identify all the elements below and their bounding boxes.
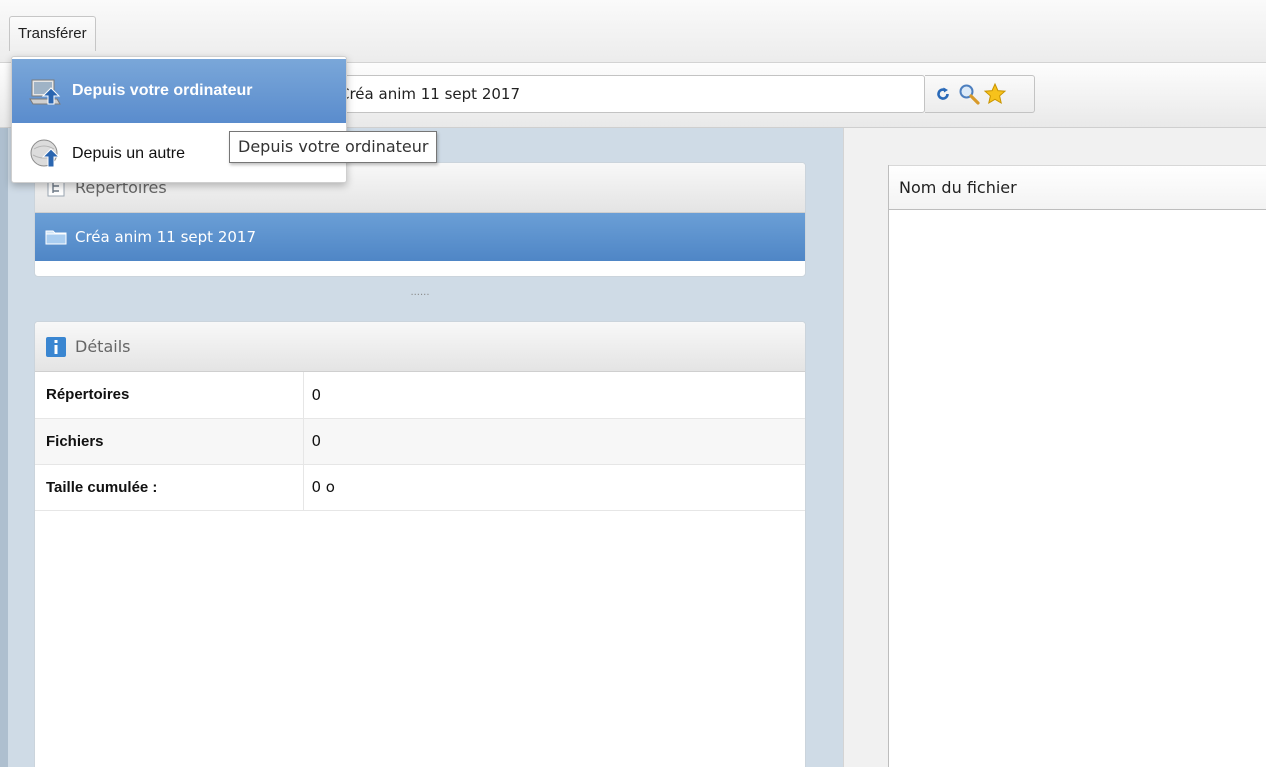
menu-item-from-computer[interactable]: Depuis votre ordinateur bbox=[12, 59, 346, 123]
tooltip: Depuis votre ordinateur bbox=[229, 131, 438, 163]
details-header: Détails bbox=[35, 322, 805, 372]
info-icon bbox=[45, 336, 67, 358]
transferer-dropdown: Depuis votre ordinateur Depuis un autre bbox=[11, 56, 347, 183]
table-row: Fichiers 0 bbox=[35, 418, 805, 465]
table-row: Taille cumulée : 0 o bbox=[35, 464, 805, 511]
column-header-filename[interactable]: Nom du fichier bbox=[889, 165, 1266, 210]
globe-upload-icon bbox=[28, 136, 64, 172]
menu-transferer[interactable]: Transférer bbox=[9, 16, 96, 51]
tree-item-selected-folder[interactable]: Créa anim 11 sept 2017 bbox=[35, 213, 805, 261]
splitter-handle[interactable]: ...... bbox=[405, 288, 435, 298]
folder-icon bbox=[45, 230, 67, 245]
file-list: Nom du fichier bbox=[888, 165, 1266, 767]
details-title: Détails bbox=[75, 337, 131, 356]
menu-bar: Transférer bbox=[0, 0, 1266, 62]
path-field[interactable]: Créa anim 11 sept 2017 bbox=[330, 75, 925, 113]
left-gutter bbox=[0, 128, 8, 767]
menu-transferer-label: Transférer bbox=[18, 25, 87, 42]
menu-item-label: Depuis un autre bbox=[72, 145, 185, 162]
computer-upload-icon bbox=[28, 73, 64, 109]
left-pane: Répertoires Créa anim 11 sept 2017 .....… bbox=[0, 128, 843, 767]
details-key: Répertoires bbox=[35, 372, 304, 419]
details-key: Fichiers bbox=[35, 418, 304, 465]
details-value: 0 o bbox=[303, 464, 805, 511]
details-table: Répertoires 0 Fichiers 0 Taille cumulée … bbox=[35, 372, 805, 511]
search-icon[interactable] bbox=[957, 81, 981, 107]
table-row: Répertoires 0 bbox=[35, 372, 805, 419]
details-panel: Détails Répertoires 0 Fichiers 0 Taille … bbox=[34, 321, 806, 767]
details-value: 0 bbox=[303, 418, 805, 465]
right-pane: Nom du fichier bbox=[843, 128, 1266, 767]
refresh-icon[interactable] bbox=[931, 81, 955, 107]
details-value: 0 bbox=[303, 372, 805, 419]
details-key: Taille cumulée : bbox=[35, 464, 304, 511]
toolbar-buttons bbox=[925, 75, 1035, 113]
menu-item-label: Depuis votre ordinateur bbox=[72, 82, 253, 99]
selected-folder-label: Créa anim 11 sept 2017 bbox=[75, 228, 256, 246]
favorite-star-icon[interactable] bbox=[983, 81, 1007, 107]
